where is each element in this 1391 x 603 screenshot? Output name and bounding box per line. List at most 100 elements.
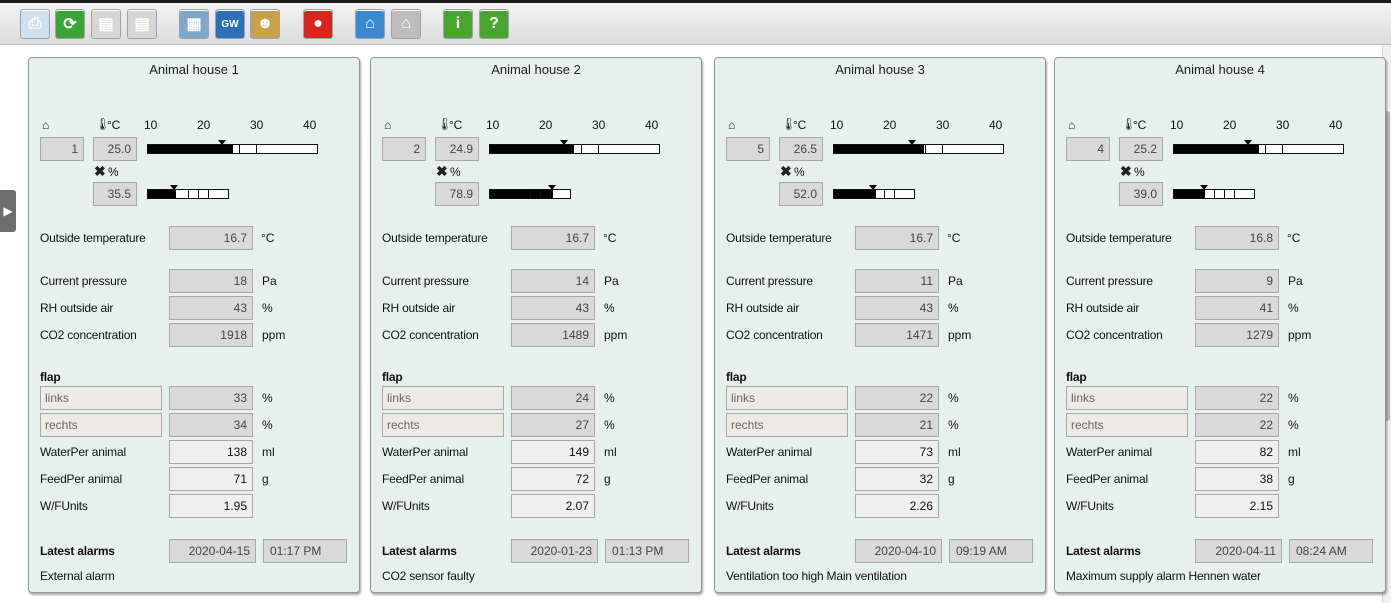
flap-rechts-field: rechts [726, 413, 848, 437]
scale-label: 40 [645, 118, 659, 132]
flap-links-value: 24 [511, 386, 595, 410]
temperature-bar-tick [925, 145, 927, 153]
alarm-description: External alarm [40, 569, 115, 583]
humidity-bar-setpoint-marker [548, 185, 557, 190]
toolbar: ⎙ ⟳ ▤ ▤ ▦ GW ☻ ● ⌂ ⌂ i? [0, 3, 1391, 45]
temperature-bar-tick [598, 145, 600, 153]
humidity-bar-setpoint-marker [170, 185, 179, 190]
alarm-description: CO2 sensor faulty [382, 569, 475, 583]
animal-house-panel: Animal house 3 ⌂ 🌡 °C 10 20 30 40 5 26.5 ✖% 52.0 Out… [714, 57, 1046, 593]
indoor-humidity-field: 35.5 [93, 182, 137, 206]
gw-icon: GW [221, 18, 239, 30]
current-pressure-label: Current pressure [382, 274, 469, 288]
water-per-animal-unit: ml [262, 445, 275, 459]
current-pressure-unit: Pa [262, 274, 277, 288]
alarm-date-field: 2020-04-10 [855, 539, 942, 563]
current-pressure-label: Current pressure [726, 274, 813, 288]
rh-outside-air-field: 43 [511, 296, 595, 320]
outside-temperature-unit: °C [261, 231, 275, 245]
flap-links-value: 33 [169, 386, 253, 410]
alarm-button[interactable]: ● [303, 9, 333, 39]
flap-rechts-unit: % [262, 418, 273, 432]
indoor-humidity-field: 39.0 [1119, 182, 1163, 206]
print-button[interactable]: ⎙ [20, 9, 50, 39]
wf-units-field: 2.07 [511, 494, 595, 518]
water-per-animal-field: 82 [1195, 440, 1279, 464]
indoor-temperature-field: 25.2 [1119, 137, 1163, 161]
outside-temperature-field: 16.7 [855, 226, 939, 250]
water-per-animal-label: WaterPer animal [382, 445, 468, 459]
temperature-bar-fill [834, 145, 924, 153]
scale-label: 30 [936, 118, 950, 132]
alarm-date-field: 2020-04-15 [169, 539, 256, 563]
humidity-bar-tick [874, 190, 875, 198]
flap-rechts-unit: % [1288, 418, 1299, 432]
humidity-unit-label: % [108, 165, 119, 179]
outside-temperature-unit: °C [947, 231, 961, 245]
alarm-time-field: 08:24 AM [1289, 539, 1373, 563]
humidity-bar-tick [539, 190, 541, 198]
wf-units-field: 1.95 [169, 494, 253, 518]
animal-house-panel: Animal house 2 ⌂ 🌡 °C 10 20 30 40 2 24.9 ✖% 78.9 Out… [370, 57, 702, 593]
outside-temperature-field: 16.8 [1195, 226, 1279, 250]
save-button[interactable]: ▤ [91, 9, 121, 39]
feed-per-animal-label: FeedPer animal [382, 472, 464, 486]
help-button[interactable]: ? [479, 9, 509, 39]
water-per-animal-field: 73 [855, 440, 939, 464]
panel-title: Animal house 1 [149, 62, 239, 77]
scale-label: 30 [1276, 118, 1290, 132]
flap-heading: flap [40, 370, 61, 384]
feed-per-animal-label: FeedPer animal [40, 472, 122, 486]
refresh-button[interactable]: ⟳ [55, 9, 85, 39]
current-pressure-field: 18 [169, 269, 253, 293]
co2-concentration-label: CO2 concentration [40, 328, 137, 342]
users-button[interactable]: ☻ [250, 9, 280, 39]
rh-outside-air-unit: % [948, 301, 959, 315]
current-pressure-unit: Pa [604, 274, 619, 288]
rh-outside-air-field: 41 [1195, 296, 1279, 320]
temperature-bar [147, 140, 318, 154]
alarm-time-field: 01:13 PM [605, 539, 689, 563]
humidity-bar-tick [550, 190, 551, 198]
scale-label: 20 [1223, 118, 1237, 132]
help-icon: ? [489, 15, 499, 32]
side-panel-toggle[interactable]: ▶ [0, 190, 16, 232]
water-per-animal-unit: ml [1288, 445, 1301, 459]
water-per-animal-label: WaterPer animal [40, 445, 126, 459]
animal-house-panel: Animal house 4 ⌂ 🌡 °C 10 20 30 40 4 25.2 ✖% 39.0 Out… [1054, 57, 1386, 593]
temperature-bar [1173, 140, 1344, 154]
settings-button[interactable]: ▦ [179, 9, 209, 39]
humidity-bar-fill [1174, 190, 1206, 198]
flap-rechts-value: 22 [1195, 413, 1279, 437]
house-number-field: 4 [1066, 137, 1110, 161]
humidity-bar-tick [530, 190, 531, 198]
home-button[interactable]: ⌂ [355, 9, 385, 39]
humidity-bar-fill [834, 190, 876, 198]
rh-outside-air-unit: % [1288, 301, 1299, 315]
save-as-button[interactable]: ▤ [127, 9, 157, 39]
current-pressure-label: Current pressure [40, 274, 127, 288]
flap-rechts-value: 21 [855, 413, 939, 437]
humidity-icon: ✖ [780, 163, 792, 179]
temperature-bar-tick [1265, 145, 1267, 153]
current-pressure-unit: Pa [948, 274, 963, 288]
animal-house-panel: Animal house 1 ⌂ 🌡 °C 10 20 30 40 1 25.0 ✖% 35.5 Out… [28, 57, 360, 593]
gw-button[interactable]: GW [215, 9, 245, 39]
humidity-icon: ✖ [436, 163, 448, 179]
info-button[interactable]: i [443, 9, 473, 39]
humidity-bar-tick [188, 190, 189, 198]
humidity-bar-setpoint-marker [1200, 185, 1209, 190]
current-pressure-unit: Pa [1288, 274, 1303, 288]
home-disabled-button[interactable]: ⌂ [391, 9, 421, 39]
flap-heading: flap [382, 370, 403, 384]
co2-concentration-field: 1471 [855, 323, 939, 347]
humidity-icon: ✖ [94, 163, 106, 179]
temperature-bar-fill [490, 145, 575, 153]
temperature-bar-setpoint-marker [1244, 140, 1253, 145]
humidity-bar [147, 185, 229, 199]
feed-per-animal-unit: g [604, 472, 611, 486]
flap-links-value: 22 [855, 386, 939, 410]
co2-concentration-unit: ppm [262, 328, 286, 342]
flap-rechts-field: rechts [382, 413, 504, 437]
scale-label: 40 [303, 118, 317, 132]
